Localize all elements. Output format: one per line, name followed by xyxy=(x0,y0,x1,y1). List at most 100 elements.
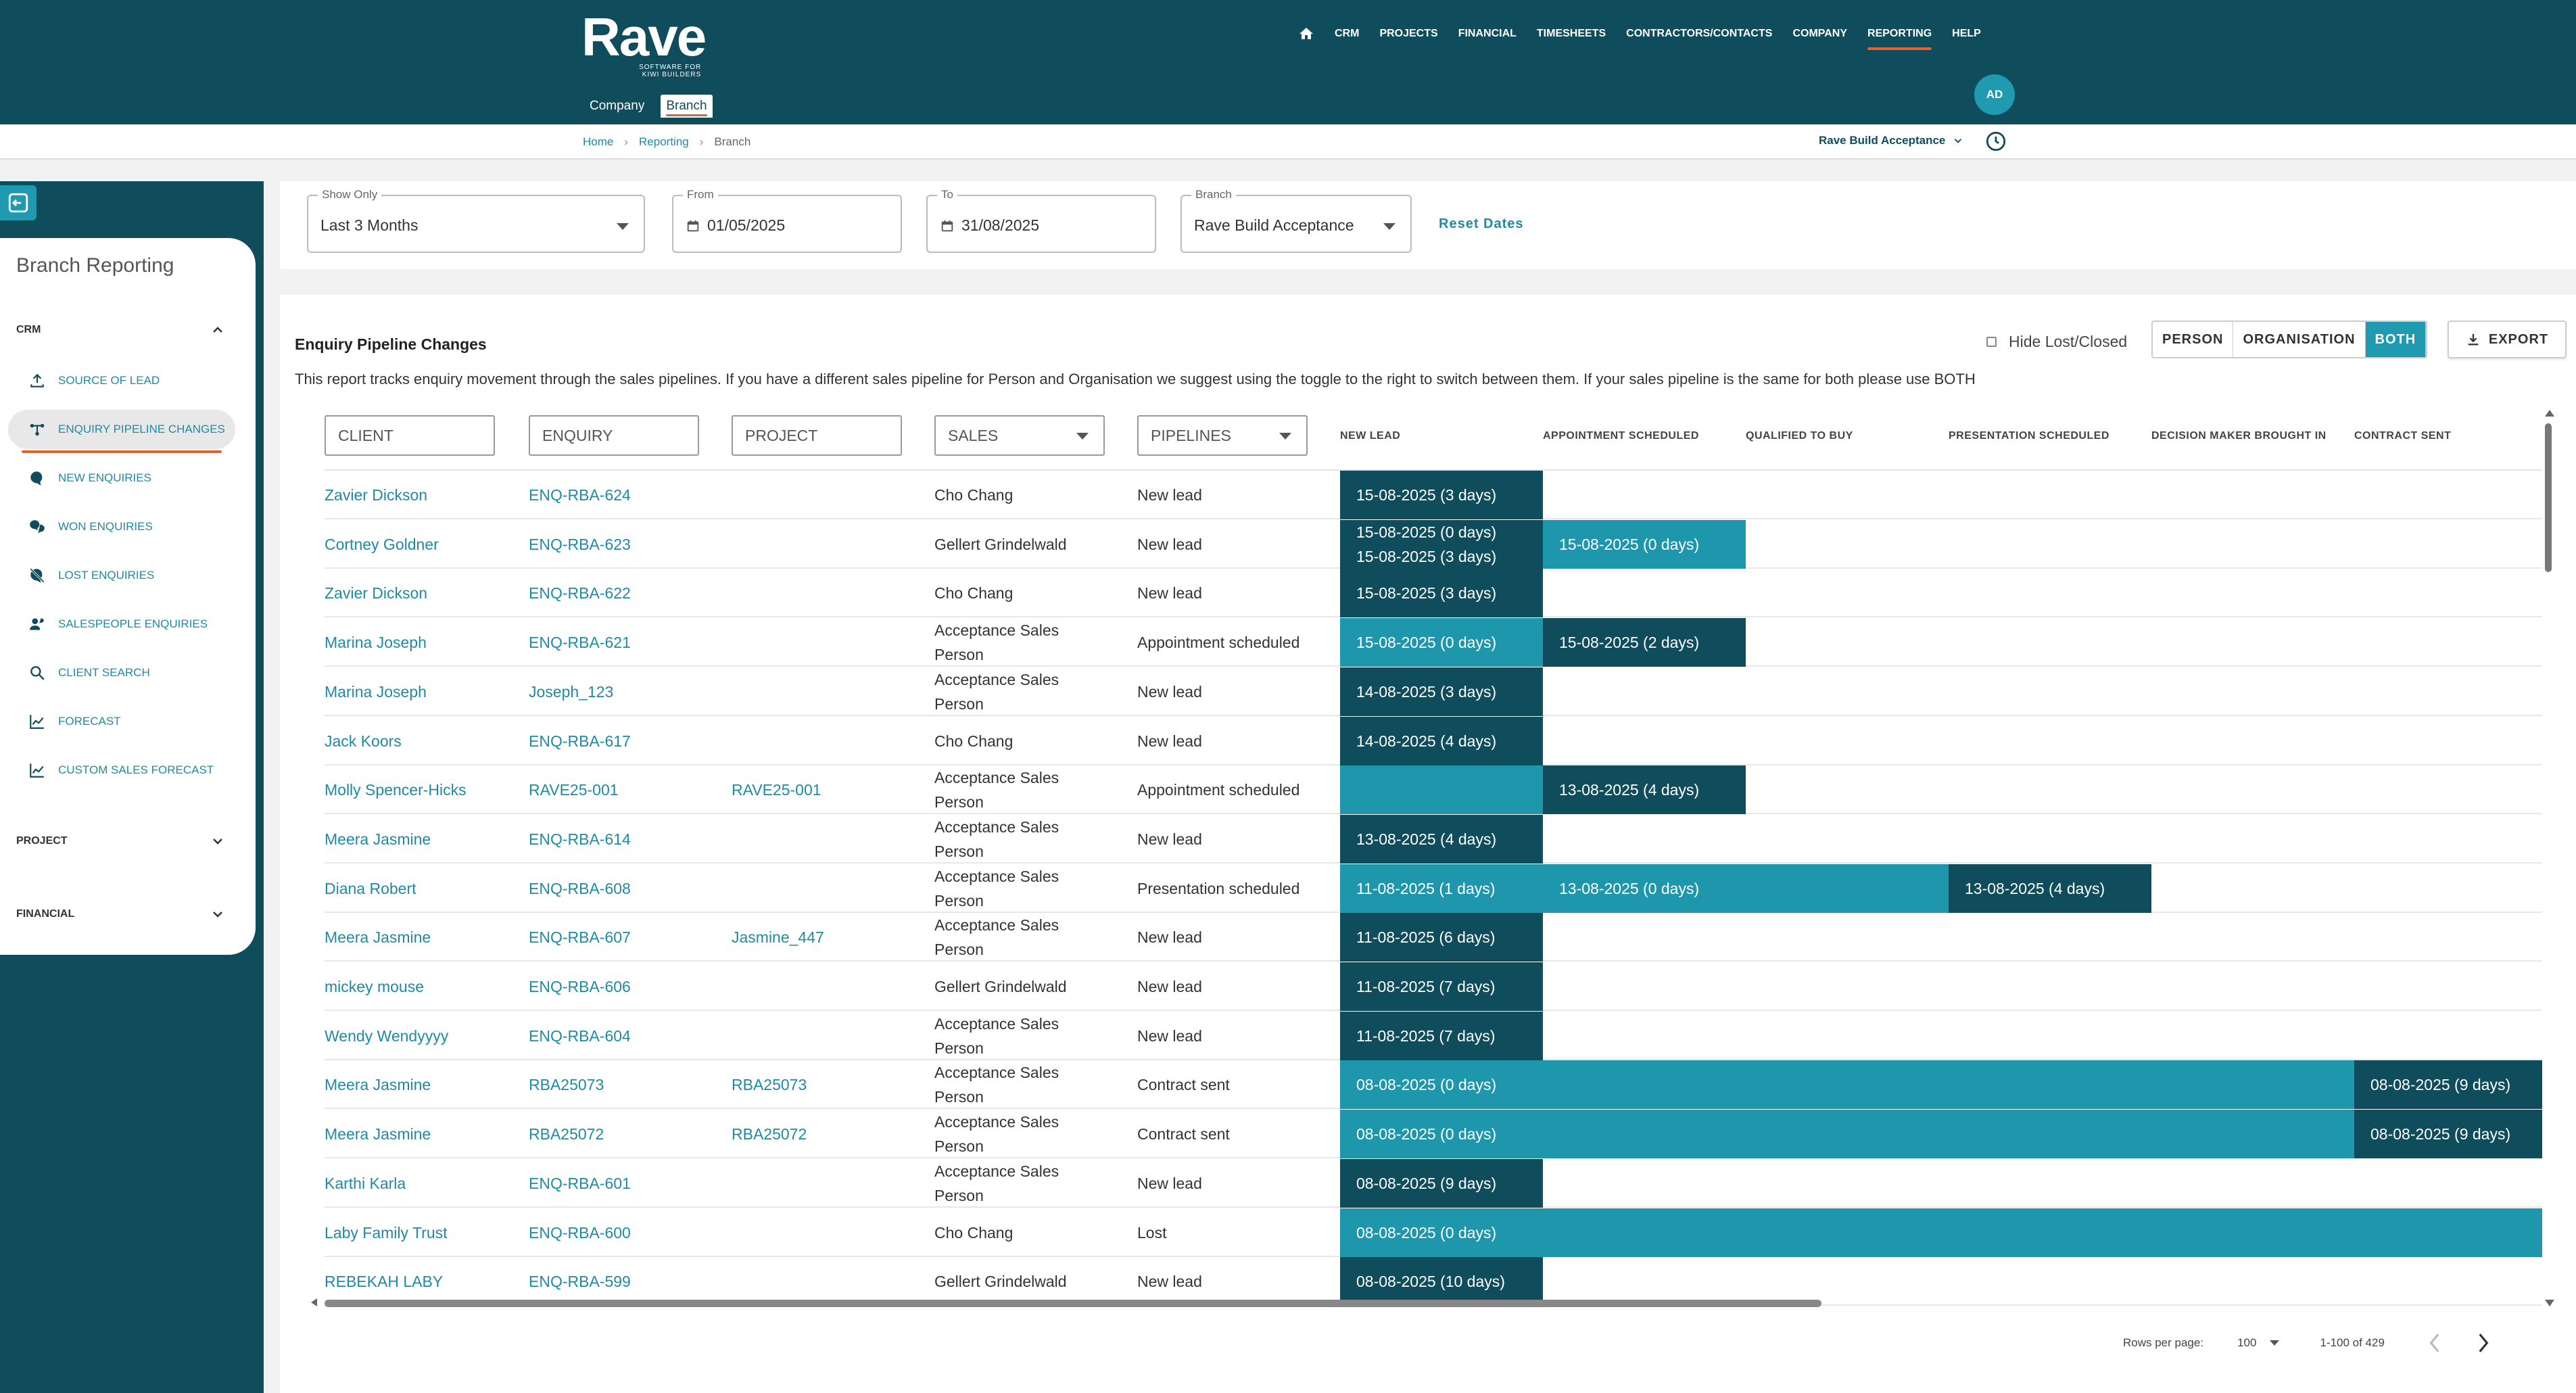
sidebar-item-new-enquiries[interactable]: NEW ENQUIRIES xyxy=(8,458,235,498)
enquiry-link[interactable]: ENQ-RBA-604 xyxy=(529,1012,725,1060)
sidebar-item-lost-enquiries[interactable]: LOST ENQUIRIES xyxy=(8,556,235,595)
project-link[interactable] xyxy=(732,471,928,519)
project-link[interactable] xyxy=(732,962,928,1011)
tenant-selector[interactable]: Rave Build Acceptance xyxy=(1819,134,1964,147)
show-only-select[interactable]: Show Only Last 3 Months xyxy=(307,188,645,253)
client-link[interactable]: Meera Jasmine xyxy=(325,815,521,864)
client-link[interactable]: mickey mouse xyxy=(325,962,521,1011)
enquiry-link[interactable]: RBA25072 xyxy=(529,1110,725,1158)
table-row[interactable]: Cortney Goldner ENQ-RBA-623 Gellert Grinde… xyxy=(325,519,2542,569)
project-link[interactable] xyxy=(732,1208,928,1257)
vertical-scrollbar[interactable] xyxy=(2542,410,2556,1306)
project-link[interactable] xyxy=(732,815,928,864)
sidebar-item-source-of-lead[interactable]: SOURCE OF LEAD xyxy=(8,361,235,400)
scroll-thumb[interactable] xyxy=(2545,423,2552,572)
checkbox-box[interactable] xyxy=(1986,337,1997,347)
enquiry-filter-input[interactable]: ENQUIRY xyxy=(529,415,699,456)
table-row[interactable]: Wendy Wendyyyy ENQ-RBA-604 Acceptance Sale… xyxy=(325,1011,2542,1060)
subnav-company[interactable]: Company xyxy=(584,95,650,118)
enquiry-link[interactable]: ENQ-RBA-617 xyxy=(529,717,725,765)
enquiry-link[interactable]: ENQ-RBA-608 xyxy=(529,864,725,913)
export-button[interactable]: EXPORT xyxy=(2448,321,2567,358)
toggle-both[interactable]: BOTH xyxy=(2365,322,2427,357)
pipelines-filter-select[interactable]: PIPELINES xyxy=(1137,415,1308,456)
sidebar-section-project[interactable]: PROJECT xyxy=(16,833,226,849)
sidebar-item-custom-sales-forecast[interactable]: CUSTOM SALES FORECAST xyxy=(8,751,235,790)
from-date-field[interactable]: From 01/05/2025 xyxy=(672,188,902,253)
enquiry-link[interactable]: Joseph_123 xyxy=(529,667,725,716)
table-row[interactable]: Laby Family Trust ENQ-RBA-600 Cho Chang Los… xyxy=(325,1208,2542,1257)
table-row[interactable]: Karthi Karla ENQ-RBA-601 Acceptance Sales … xyxy=(325,1158,2542,1208)
next-page-button[interactable] xyxy=(2473,1329,2493,1356)
table-row[interactable]: Marina Joseph Joseph_123 Acceptance Sales … xyxy=(325,667,2542,716)
enquiry-link[interactable]: ENQ-RBA-622 xyxy=(529,569,725,617)
enquiry-link[interactable]: ENQ-RBA-606 xyxy=(529,962,725,1011)
enquiry-link[interactable]: ENQ-RBA-600 xyxy=(529,1208,725,1257)
enquiry-link[interactable]: RBA25073 xyxy=(529,1060,725,1109)
previous-page-button[interactable] xyxy=(2425,1329,2446,1356)
nav-company[interactable]: COMPANY xyxy=(1792,24,1847,43)
scroll-left-icon[interactable] xyxy=(311,1298,317,1306)
table-row[interactable]: Jack Koors ENQ-RBA-617 Cho Chang New lead 14… xyxy=(325,716,2542,765)
client-link[interactable]: Diana Robert xyxy=(325,864,521,913)
client-link[interactable]: Meera Jasmine xyxy=(325,913,521,962)
project-link[interactable] xyxy=(732,520,928,569)
nav-contractors-contacts[interactable]: CONTRACTORS/CONTACTS xyxy=(1626,24,1772,43)
client-link[interactable]: Wendy Wendyyyy xyxy=(325,1012,521,1060)
subnav-branch[interactable]: Branch xyxy=(661,95,713,118)
sidebar-item-salespeople-enquiries[interactable]: SALESPEOPLE ENQUIRIES xyxy=(8,605,235,644)
rows-per-page-select[interactable]: 100 xyxy=(2237,1336,2280,1350)
client-link[interactable]: Cortney Goldner xyxy=(325,520,521,569)
project-filter-input[interactable]: PROJECT xyxy=(732,415,902,456)
client-link[interactable]: Karthi Karla xyxy=(325,1159,521,1208)
to-date-field[interactable]: To 31/08/2025 xyxy=(926,188,1156,253)
sidebar-item-won-enquiries[interactable]: WON ENQUIRIES xyxy=(8,507,235,546)
project-link[interactable] xyxy=(732,717,928,765)
table-row[interactable]: Molly Spencer-Hicks RAVE25-001 RAVE25-001 A… xyxy=(325,765,2542,815)
table-row[interactable]: mickey mouse ENQ-RBA-606 Gellert Grindelwa… xyxy=(325,962,2542,1011)
branch-select[interactable]: Branch Rave Build Acceptance xyxy=(1180,188,1412,253)
nav-crm[interactable]: CRM xyxy=(1335,24,1359,43)
project-link[interactable] xyxy=(732,1012,928,1060)
table-row[interactable]: Meera Jasmine RBA25073 RBA25073 Acceptance … xyxy=(325,1060,2542,1110)
client-link[interactable]: Marina Joseph xyxy=(325,667,521,716)
client-link[interactable]: Molly Spencer-Hicks xyxy=(325,765,521,814)
collapse-sidebar-button[interactable] xyxy=(0,185,37,220)
client-link[interactable]: Meera Jasmine xyxy=(325,1110,521,1158)
enquiry-link[interactable]: ENQ-RBA-614 xyxy=(529,815,725,864)
table-row[interactable]: Zavier Dickson ENQ-RBA-624 Cho Chang New le… xyxy=(325,471,2542,519)
table-row[interactable]: Marina Joseph ENQ-RBA-621 Acceptance Sales… xyxy=(325,618,2542,667)
enquiry-link[interactable]: ENQ-RBA-601 xyxy=(529,1159,725,1208)
horizontal-scrollbar[interactable] xyxy=(311,1296,2542,1309)
breadcrumb-reporting[interactable]: Reporting xyxy=(639,135,689,149)
clock-icon[interactable] xyxy=(1984,130,2007,153)
project-link[interactable] xyxy=(732,864,928,913)
enquiry-link[interactable]: RAVE25-001 xyxy=(529,765,725,814)
rave-logo[interactable]: Rave SOFTWARE FOR KIWI BUILDERS xyxy=(581,7,707,78)
nav-help[interactable]: HELP xyxy=(1952,24,1981,43)
client-link[interactable]: Zavier Dickson xyxy=(325,569,521,617)
sidebar-section-financial[interactable]: FINANCIAL xyxy=(16,906,226,922)
client-link[interactable]: Meera Jasmine xyxy=(325,1060,521,1109)
nav-financial[interactable]: FINANCIAL xyxy=(1458,24,1517,43)
project-link[interactable]: RAVE25-001 xyxy=(732,765,928,814)
enquiry-link[interactable]: ENQ-RBA-623 xyxy=(529,520,725,569)
sidebar-section-crm[interactable]: CRM xyxy=(16,322,226,338)
project-link[interactable] xyxy=(732,569,928,617)
scroll-thumb[interactable] xyxy=(325,1300,1821,1307)
breadcrumb-home[interactable]: Home xyxy=(583,135,613,149)
user-avatar[interactable]: AD xyxy=(1974,74,2015,115)
enquiry-link[interactable]: ENQ-RBA-607 xyxy=(529,913,725,962)
nav-timesheets[interactable]: TIMESHEETS xyxy=(1537,24,1606,43)
nav-reporting[interactable]: REPORTING xyxy=(1867,24,1932,50)
table-row[interactable]: Diana Robert ENQ-RBA-608 Acceptance Sales … xyxy=(325,864,2542,913)
project-link[interactable]: RBA25073 xyxy=(732,1060,928,1109)
sales-filter-select[interactable]: SALES xyxy=(934,415,1105,456)
project-link[interactable]: RBA25072 xyxy=(732,1110,928,1158)
sidebar-item-client-search[interactable]: CLIENT SEARCH xyxy=(8,653,235,692)
reset-dates-button[interactable]: Reset Dates xyxy=(1439,216,1524,232)
client-link[interactable]: Marina Joseph xyxy=(325,618,521,667)
table-row[interactable]: Zavier Dickson ENQ-RBA-622 Cho Chang New le… xyxy=(325,569,2542,618)
project-link[interactable] xyxy=(732,618,928,667)
enquiry-link[interactable]: ENQ-RBA-624 xyxy=(529,471,725,519)
